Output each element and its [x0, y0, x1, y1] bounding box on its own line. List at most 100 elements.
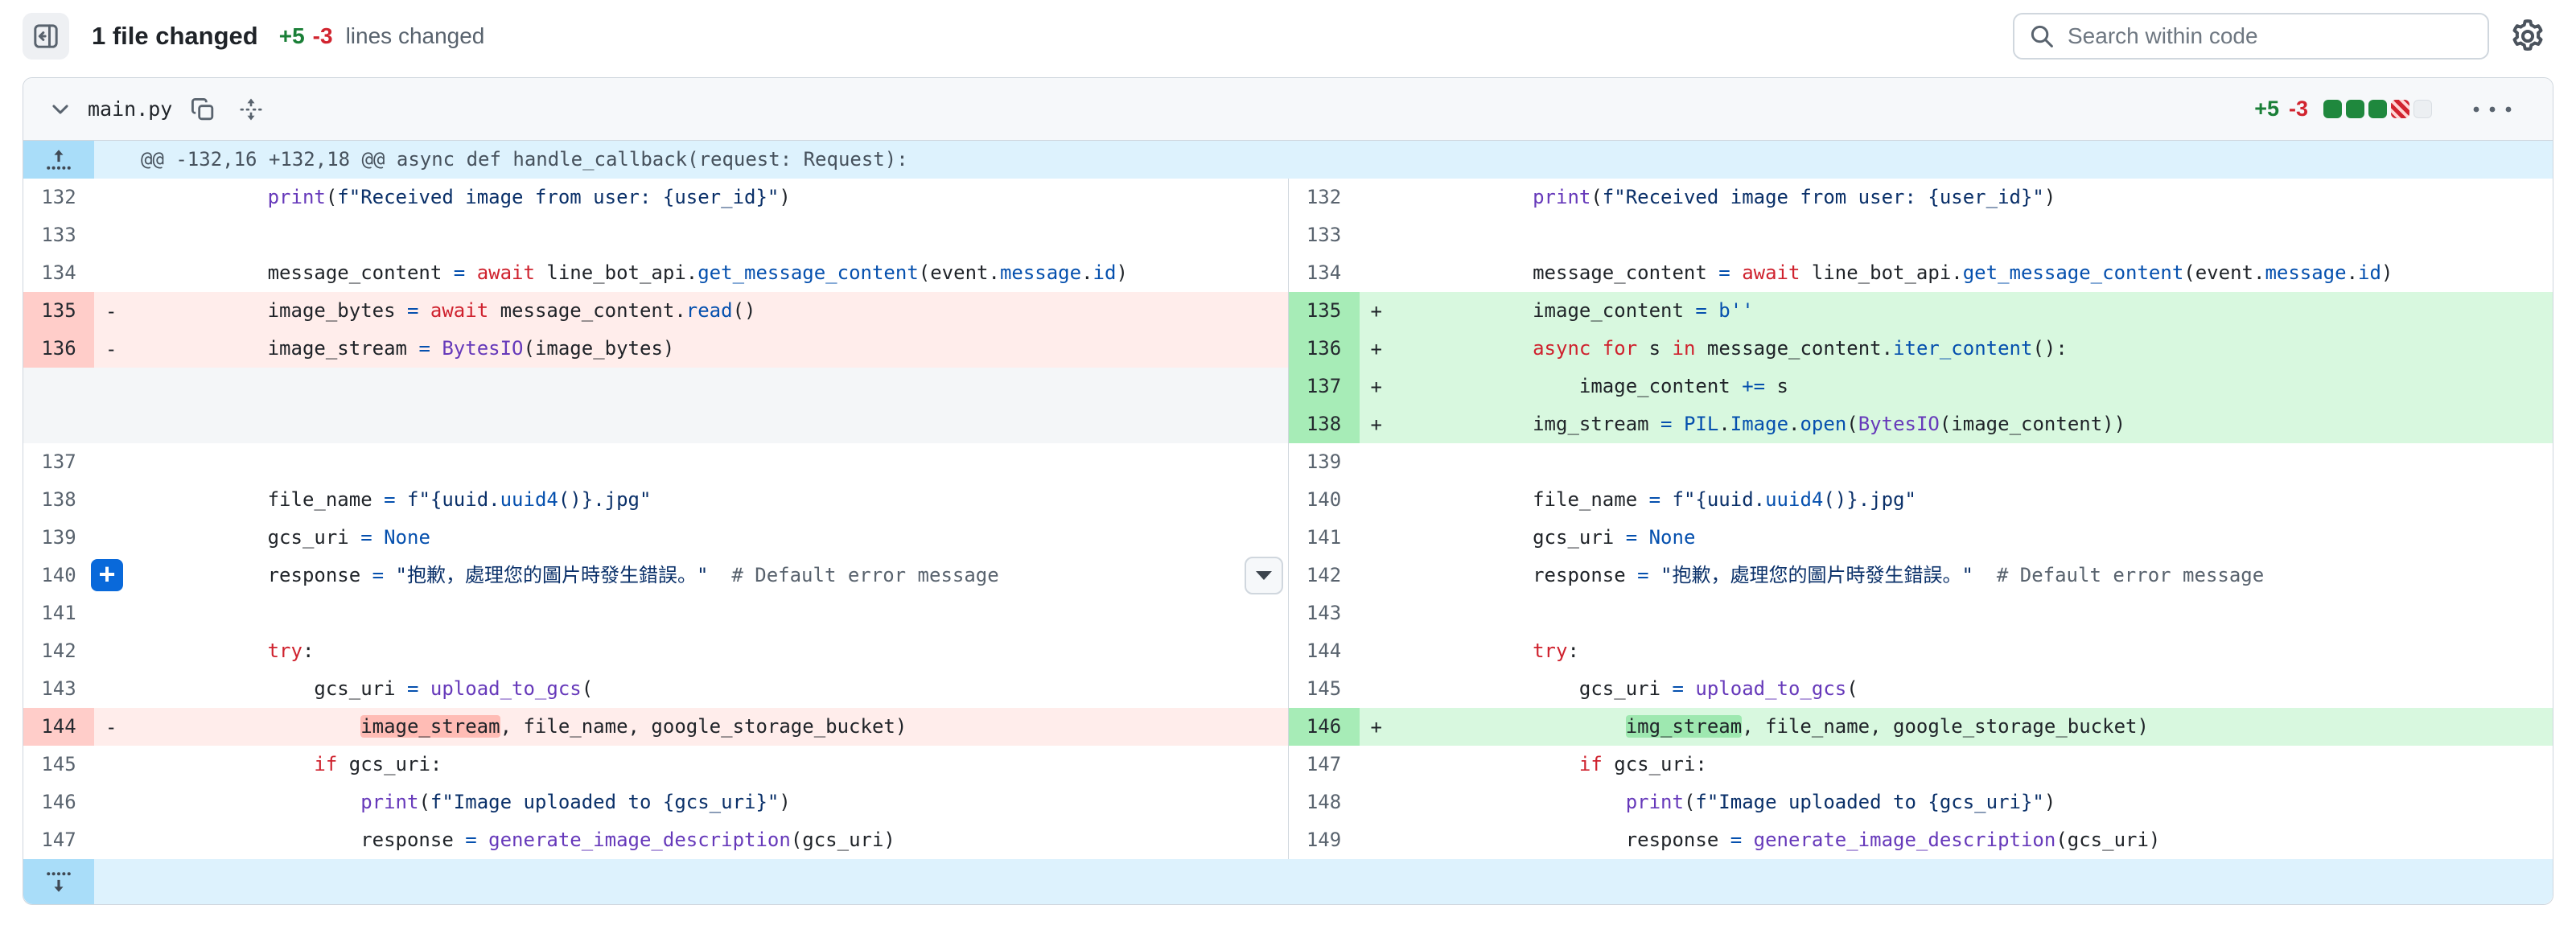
- code-text: gcs_uri = None: [1440, 519, 1696, 557]
- line-number[interactable]: 142: [23, 632, 94, 670]
- diffstat-blocks: [2319, 100, 2432, 118]
- diff-pane-new: 132 print(f"Received image from user: {u…: [1289, 179, 2553, 859]
- file-options-button[interactable]: [2464, 92, 2520, 127]
- line-number[interactable]: 141: [23, 594, 94, 632]
- code-line: file_name = f"{uuid.uuid4()}.jpg": [1360, 481, 2553, 519]
- code-text: response = generate_image_description(gc…: [175, 821, 895, 859]
- expand-down-button[interactable]: [23, 859, 94, 904]
- triangle-down-icon: [1256, 571, 1272, 581]
- line-number[interactable]: 145: [23, 746, 94, 784]
- line-number[interactable]: 137: [1289, 368, 1360, 405]
- diff-row-old: 142 try:: [23, 632, 1288, 670]
- copy-path-button[interactable]: [185, 92, 220, 127]
- diff-row-old: 137: [23, 443, 1288, 481]
- diff-row-new: 133: [1289, 216, 2553, 254]
- diff-row-old: 132 print(f"Received image from user: {u…: [23, 179, 1288, 216]
- code-text: image_stream = BytesIO(image_bytes): [175, 330, 674, 368]
- line-number[interactable]: 148: [1289, 784, 1360, 821]
- code-search-box[interactable]: [2013, 13, 2489, 60]
- diff-row-new: 147 if gcs_uri:: [1289, 746, 2553, 784]
- line-number[interactable]: 132: [23, 179, 94, 216]
- code-text: print(f"Image uploaded to {gcs_uri}"): [1440, 784, 2056, 821]
- search-icon: [2029, 23, 2055, 49]
- line-number[interactable]: 137: [23, 443, 94, 481]
- diff-row-old: 147 response = generate_image_descriptio…: [23, 821, 1288, 859]
- copy-icon: [191, 97, 215, 121]
- code-text: gcs_uri = upload_to_gcs(: [1440, 670, 1858, 708]
- line-number[interactable]: 133: [23, 216, 94, 254]
- line-number[interactable]: 138: [23, 481, 94, 519]
- code-text: image_content += s: [1440, 368, 1789, 405]
- code-line: - image_stream = BytesIO(image_bytes): [94, 330, 1288, 368]
- line-number[interactable]: 138: [1289, 405, 1360, 443]
- code-line: [1360, 443, 2553, 481]
- diff-row-new: 143: [1289, 594, 2553, 632]
- line-number[interactable]: 140: [1289, 481, 1360, 519]
- code-line: [1360, 594, 2553, 632]
- line-number[interactable]: 135: [23, 292, 94, 330]
- code-line: - image_bytes = await message_content.re…: [94, 292, 1288, 330]
- line-number[interactable]: 136: [1289, 330, 1360, 368]
- line-number[interactable]: 147: [23, 821, 94, 859]
- diff-row-new: 138+ img_stream = PIL.Image.open(BytesIO…: [1289, 405, 2553, 443]
- diff-marker: -: [105, 338, 175, 360]
- diff-row-old: 144- image_stream, file_name, google_sto…: [23, 708, 1288, 746]
- line-number[interactable]: 140: [23, 557, 94, 594]
- expand-all-button[interactable]: [233, 92, 269, 127]
- diff-row-new: 144 try:: [1289, 632, 2553, 670]
- line-number[interactable]: 139: [23, 519, 94, 557]
- line-number[interactable]: 133: [1289, 216, 1360, 254]
- diff-row-old: 138 file_name = f"{uuid.uuid4()}.jpg": [23, 481, 1288, 519]
- diff-row-old: 133: [23, 216, 1288, 254]
- line-number[interactable]: 142: [1289, 557, 1360, 594]
- code-line: message_content = await line_bot_api.get…: [94, 254, 1288, 292]
- add-comment-button[interactable]: +: [89, 557, 125, 593]
- code-text: print(f"Received image from user: {user_…: [175, 179, 791, 216]
- diff-row-old: 141: [23, 594, 1288, 632]
- code-line: print(f"Image uploaded to {gcs_uri}"): [1360, 784, 2553, 821]
- line-menu-dropdown-button[interactable]: [1245, 557, 1283, 594]
- code-line: - image_stream, file_name, google_storag…: [94, 708, 1288, 746]
- line-number[interactable]: 146: [1289, 708, 1360, 746]
- expand-up-button[interactable]: [23, 141, 94, 179]
- line-number[interactable]: 135: [1289, 292, 1360, 330]
- total-additions: +5: [279, 23, 305, 49]
- diff-row-old: [23, 368, 1288, 405]
- line-number[interactable]: 134: [23, 254, 94, 292]
- line-number[interactable]: 145: [1289, 670, 1360, 708]
- line-number[interactable]: 146: [23, 784, 94, 821]
- hunk-header-text: @@ -132,16 +132,18 @@ async def handle_c…: [94, 141, 908, 179]
- diff-row-new: 141 gcs_uri = None: [1289, 519, 2553, 557]
- diff-row-new: 146+ img_stream, file_name, google_stora…: [1289, 708, 2553, 746]
- line-number[interactable]: 139: [1289, 443, 1360, 481]
- gear-icon: [2509, 18, 2546, 55]
- code-text: image_content = b'': [1440, 292, 1754, 330]
- line-number[interactable]: 132: [1289, 179, 1360, 216]
- code-line: + async for s in message_content.iter_co…: [1360, 330, 2553, 368]
- line-number[interactable]: 143: [23, 670, 94, 708]
- line-number[interactable]: 147: [1289, 746, 1360, 784]
- file-name[interactable]: main.py: [88, 97, 172, 121]
- diff-row-new: 139: [1289, 443, 2553, 481]
- code-line: message_content = await line_bot_api.get…: [1360, 254, 2553, 292]
- code-text: image_stream, file_name, google_storage_…: [175, 708, 907, 746]
- code-line: + image_content = b'': [1360, 292, 2553, 330]
- line-number[interactable]: 144: [23, 708, 94, 746]
- settings-button[interactable]: [2504, 12, 2552, 60]
- code-text: message_content = await line_bot_api.get…: [175, 254, 1128, 292]
- line-number[interactable]: 149: [1289, 821, 1360, 859]
- line-number[interactable]: 136: [23, 330, 94, 368]
- diff-marker: +: [1371, 338, 1440, 360]
- collapse-file-button[interactable]: [44, 93, 76, 125]
- line-number[interactable]: 144: [1289, 632, 1360, 670]
- sidebar-toggle-button[interactable]: [23, 13, 69, 60]
- diff-row-new: 135+ image_content = b'': [1289, 292, 2553, 330]
- search-input[interactable]: [2066, 23, 2473, 50]
- line-number[interactable]: 134: [1289, 254, 1360, 292]
- line-number[interactable]: 143: [1289, 594, 1360, 632]
- diff-row-old: 143 gcs_uri = upload_to_gcs(: [23, 670, 1288, 708]
- diffstat-block-add: [2346, 100, 2364, 118]
- line-number[interactable]: 141: [1289, 519, 1360, 557]
- expand-bar: [23, 859, 2553, 904]
- diff-file-card: main.py +5 -3: [23, 77, 2553, 905]
